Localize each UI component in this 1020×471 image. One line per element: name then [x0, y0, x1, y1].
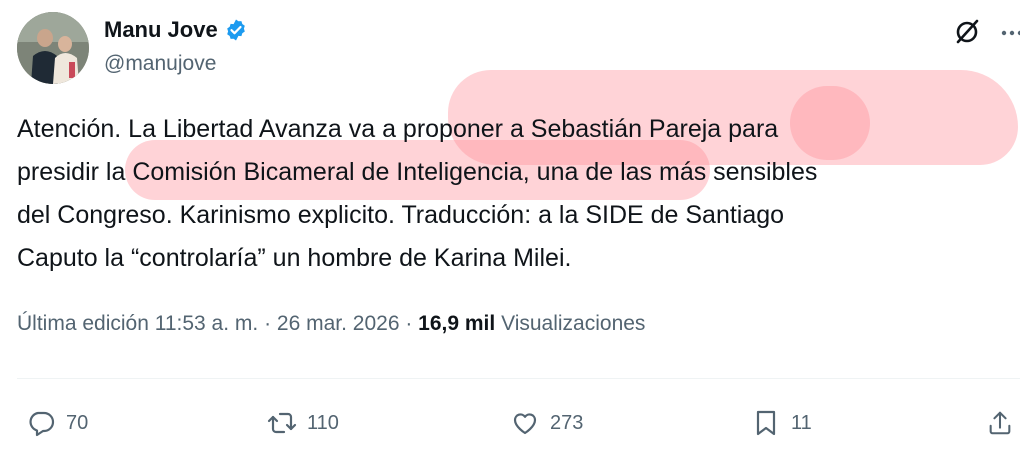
tweet-meta: Última edición 11:53 a. m. · 26 mar. 202…: [17, 312, 645, 336]
tweet-line: Atención. La Libertad Avanza va a propon…: [17, 115, 779, 143]
more-options-icon[interactable]: [998, 22, 1020, 42]
tweet-line: Caputo la “controlaría” un hombre de Kar…: [17, 244, 572, 272]
bookmark-count: 11: [791, 411, 812, 434]
bookmark-button[interactable]: 11: [751, 405, 812, 441]
grok-icon[interactable]: [952, 17, 982, 47]
divider: [17, 378, 1020, 379]
views-count: 16,9 mil: [418, 312, 496, 335]
tweet-card: Manu Jove @manujove Atención. La Liberta…: [0, 0, 1020, 471]
share-button[interactable]: [986, 405, 1014, 441]
author-display-name[interactable]: Manu Jove: [104, 17, 218, 43]
share-icon: [986, 408, 1014, 438]
post-date[interactable]: 26 mar. 2026: [277, 312, 400, 335]
tweet-line: presidir la Comisión Bicameral de Inteli…: [17, 158, 818, 186]
heart-icon: [510, 408, 540, 438]
repost-button[interactable]: 110: [267, 405, 339, 441]
meta-separator: ·: [258, 312, 277, 335]
like-button[interactable]: 273: [510, 405, 583, 441]
author-handle[interactable]: @manujove: [104, 52, 216, 76]
views-label: Visualizaciones: [495, 312, 646, 335]
author-avatar[interactable]: [17, 12, 89, 84]
tweet-line: del Congreso. Karinismo explicito. Tradu…: [17, 201, 785, 229]
reply-icon: [26, 408, 56, 438]
tweet-text: Atención. La Libertad Avanza va a propon…: [17, 108, 1012, 280]
verified-badge-icon: [224, 18, 248, 42]
meta-separator: ·: [399, 312, 419, 335]
reply-count: 70: [66, 411, 89, 434]
edited-timestamp[interactable]: Última edición 11:53 a. m.: [17, 312, 258, 335]
repost-count: 110: [307, 411, 339, 434]
profile-photo-icon: [17, 12, 89, 84]
reply-button[interactable]: 70: [26, 405, 88, 441]
like-count: 273: [550, 411, 584, 434]
author-name-row: Manu Jove: [104, 17, 248, 43]
bookmark-icon: [751, 408, 781, 438]
repost-icon: [267, 408, 297, 438]
